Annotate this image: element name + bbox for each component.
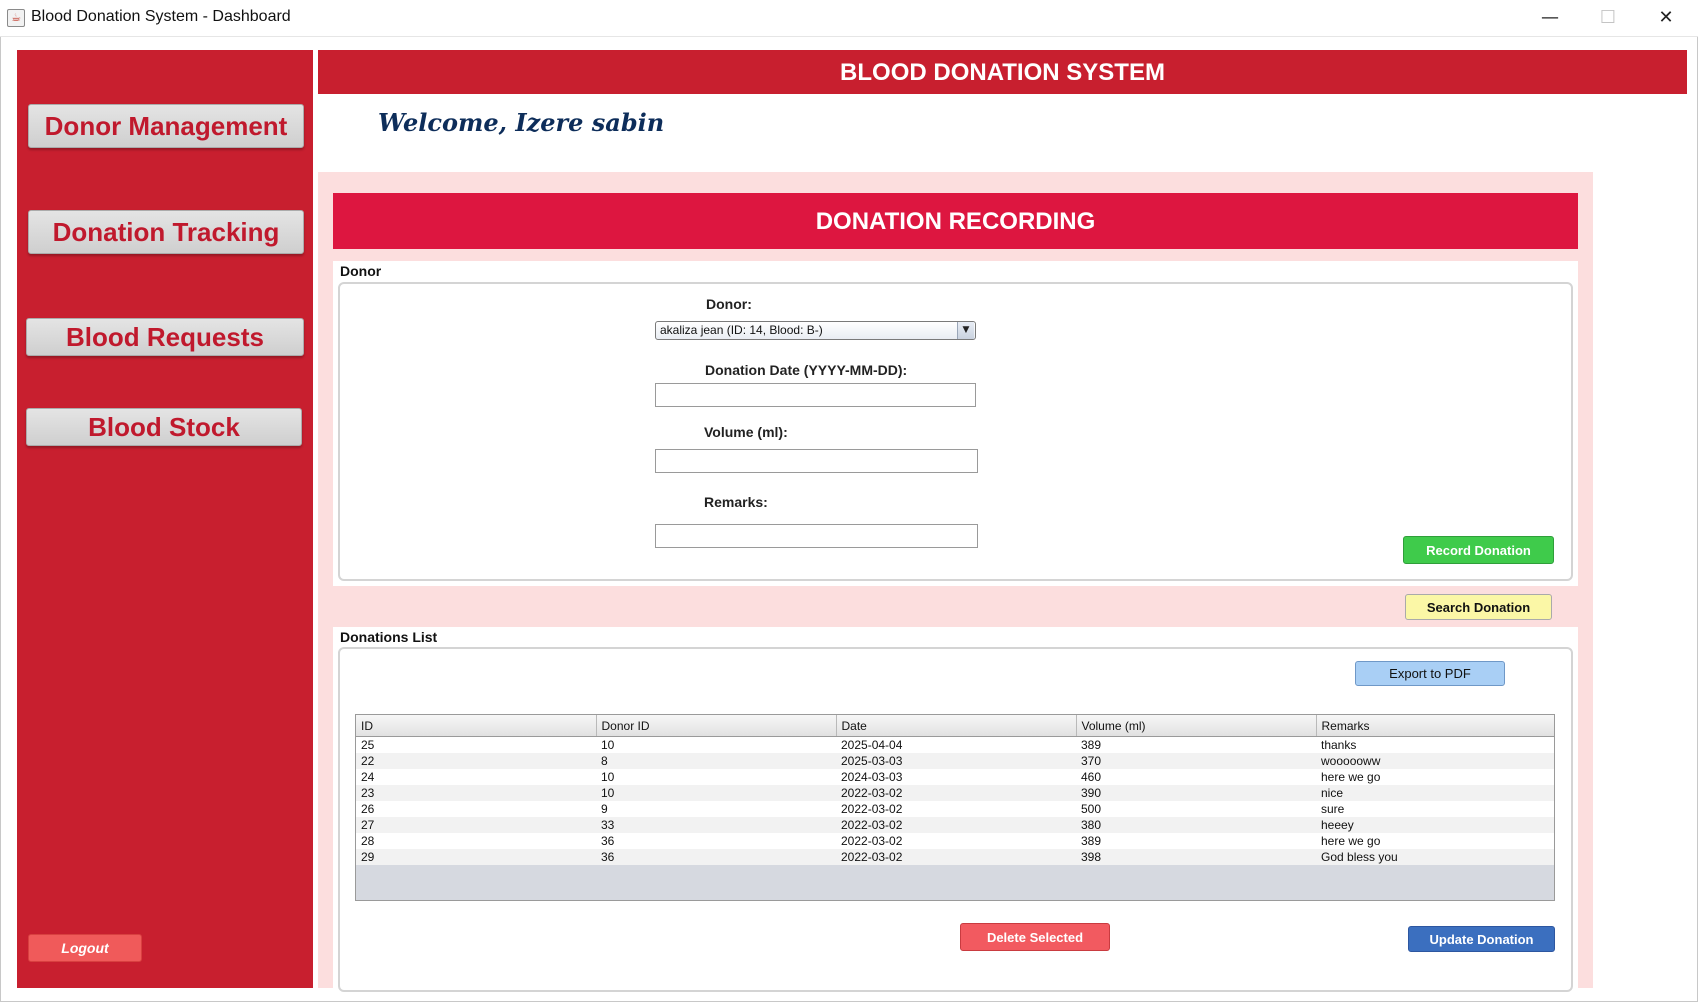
cell-date: 2022-03-02 (836, 849, 1076, 865)
cell-remarks: here we go (1316, 769, 1554, 785)
volume-input[interactable] (655, 449, 978, 473)
table-row[interactable]: 29 36 2022-03-02 398 God bless you (356, 849, 1554, 865)
cell-volume: 398 (1076, 849, 1316, 865)
sidebar-item-donor-management[interactable]: Donor Management (28, 104, 304, 148)
cell-volume: 390 (1076, 785, 1316, 801)
search-donation-button[interactable]: Search Donation (1405, 594, 1552, 620)
sidebar (17, 50, 313, 988)
column-header-id[interactable]: ID (356, 715, 597, 737)
cell-volume: 389 (1076, 833, 1316, 849)
cell-volume: 380 (1076, 817, 1316, 833)
donation-date-label: Donation Date (YYYY-MM-DD): (705, 362, 908, 378)
dropdown-arrow-icon[interactable]: ▼ (957, 322, 974, 339)
window-title: Blood Donation System - Dashboard (31, 8, 291, 25)
sidebar-item-blood-stock[interactable]: Blood Stock (26, 408, 302, 446)
cell-remarks: thanks (1316, 736, 1554, 753)
table-row[interactable]: 26 9 2022-03-02 500 sure (356, 801, 1554, 817)
cell-remarks: sure (1316, 801, 1554, 817)
cell-remarks: nice (1316, 785, 1554, 801)
cell-id: 22 (356, 753, 596, 769)
donor-form-legend: Donor (340, 263, 382, 279)
donation-date-input[interactable] (655, 383, 976, 407)
cell-donor-id: 8 (596, 753, 836, 769)
maximize-icon[interactable]: ☐ (1580, 0, 1636, 37)
donations-table: ID Donor ID Date Volume (ml) Remarks 25 … (356, 715, 1554, 865)
cell-id: 24 (356, 769, 596, 785)
cell-remarks: God bless you (1316, 849, 1554, 865)
cell-date: 2025-03-03 (836, 753, 1076, 769)
donations-table-scrollpane[interactable]: ID Donor ID Date Volume (ml) Remarks 25 … (355, 714, 1555, 901)
cell-volume: 460 (1076, 769, 1316, 785)
cell-id: 29 (356, 849, 596, 865)
sidebar-item-donation-tracking[interactable]: Donation Tracking (28, 210, 304, 254)
cell-donor-id: 10 (596, 736, 836, 753)
app-header-title: BLOOD DONATION SYSTEM (318, 50, 1687, 94)
cell-donor-id: 33 (596, 817, 836, 833)
donor-label: Donor: (706, 296, 752, 312)
cell-id: 25 (356, 736, 596, 753)
close-icon[interactable]: ✕ (1638, 0, 1694, 37)
sidebar-item-blood-requests[interactable]: Blood Requests (26, 318, 304, 356)
welcome-message: Welcome, Izere sabin (378, 108, 665, 137)
cell-id: 27 (356, 817, 596, 833)
cell-donor-id: 36 (596, 849, 836, 865)
donor-select[interactable]: akaliza jean (ID: 14, Blood: B-) (655, 321, 976, 340)
cell-date: 2022-03-02 (836, 817, 1076, 833)
cell-id: 26 (356, 801, 596, 817)
column-header-remarks[interactable]: Remarks (1316, 715, 1554, 737)
cell-donor-id: 9 (596, 801, 836, 817)
cell-date: 2025-04-04 (836, 736, 1076, 753)
update-donation-button[interactable]: Update Donation (1408, 926, 1555, 952)
cell-id: 28 (356, 833, 596, 849)
delete-selected-button[interactable]: Delete Selected (960, 923, 1110, 951)
donations-list-legend: Donations List (340, 629, 438, 645)
cell-donor-id: 36 (596, 833, 836, 849)
column-header-volume[interactable]: Volume (ml) (1076, 715, 1317, 737)
cell-date: 2024-03-03 (836, 769, 1076, 785)
cell-date: 2022-03-02 (836, 785, 1076, 801)
volume-label: Volume (ml): (704, 424, 788, 440)
cell-remarks: here we go (1316, 833, 1554, 849)
table-row[interactable]: 25 10 2025-04-04 389 thanks (356, 736, 1554, 753)
remarks-label: Remarks: (704, 494, 768, 510)
logout-button[interactable]: Logout (28, 934, 142, 962)
cell-donor-id: 10 (596, 785, 836, 801)
cell-volume: 500 (1076, 801, 1316, 817)
table-row[interactable]: 22 8 2025-03-03 370 woooooww (356, 753, 1554, 769)
cell-remarks: heeey (1316, 817, 1554, 833)
record-donation-button[interactable]: Record Donation (1403, 536, 1554, 564)
cell-id: 23 (356, 785, 596, 801)
column-header-date[interactable]: Date (836, 715, 1077, 737)
cell-volume: 370 (1076, 753, 1316, 769)
java-coffee-icon: ☕ (7, 9, 25, 27)
export-pdf-button[interactable]: Export to PDF (1355, 661, 1505, 686)
table-header-row: ID Donor ID Date Volume (ml) Remarks (356, 715, 1554, 737)
table-row[interactable]: 24 10 2024-03-03 460 here we go (356, 769, 1554, 785)
donor-select-value: akaliza jean (ID: 14, Blood: B-) (660, 323, 823, 337)
table-row[interactable]: 23 10 2022-03-02 390 nice (356, 785, 1554, 801)
cell-donor-id: 10 (596, 769, 836, 785)
minimize-icon[interactable]: — (1522, 0, 1578, 37)
section-title: DONATION RECORDING (333, 193, 1578, 249)
cell-volume: 389 (1076, 736, 1316, 753)
column-header-donor-id[interactable]: Donor ID (596, 715, 837, 737)
cell-date: 2022-03-02 (836, 833, 1076, 849)
cell-remarks: woooooww (1316, 753, 1554, 769)
table-row[interactable]: 27 33 2022-03-02 380 heeey (356, 817, 1554, 833)
cell-date: 2022-03-02 (836, 801, 1076, 817)
remarks-input[interactable] (655, 524, 978, 548)
table-row[interactable]: 28 36 2022-03-02 389 here we go (356, 833, 1554, 849)
